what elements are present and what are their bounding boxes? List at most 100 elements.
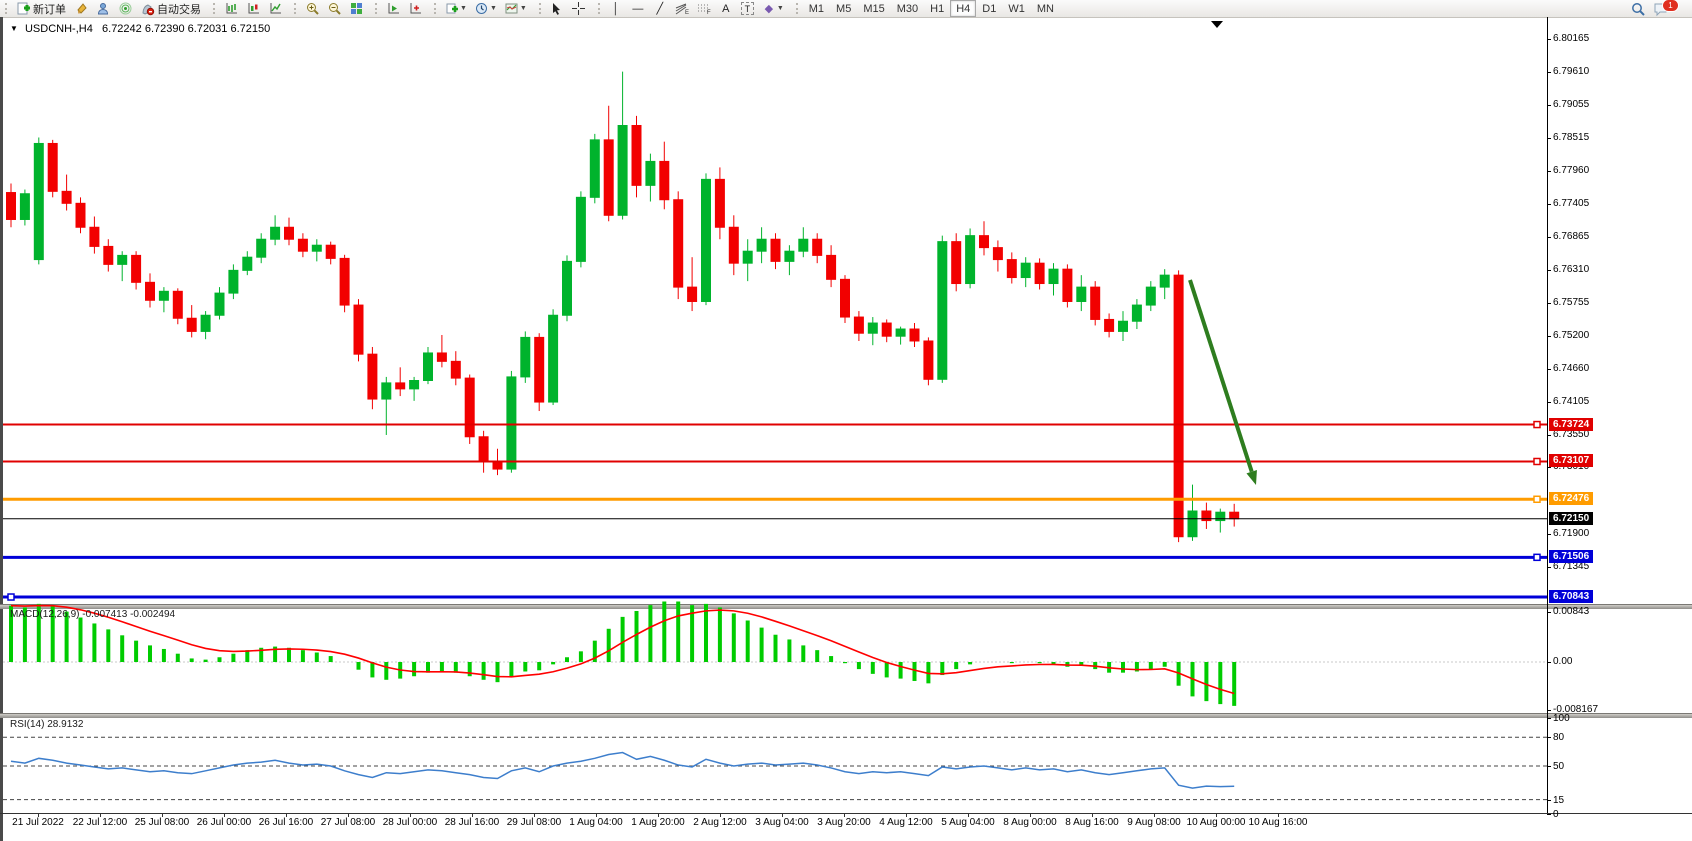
candlestick [966, 228, 975, 288]
bar-chart-button[interactable] [220, 0, 242, 17]
chart-shift-button[interactable] [404, 0, 426, 17]
trendline-button[interactable]: ╱ [649, 0, 671, 17]
candlestick [271, 215, 280, 245]
chart-shift-add-icon [408, 2, 422, 16]
price-axis-line [1547, 17, 1548, 814]
candlestick [159, 287, 168, 312]
new-order-button[interactable]: 新订单 [12, 0, 70, 17]
line-handle[interactable] [8, 594, 14, 600]
rsi-tick [1547, 800, 1551, 801]
arrows-button[interactable]: ◆▼ [758, 0, 788, 17]
auto-scroll-button[interactable] [382, 0, 404, 17]
rsi-tick [1547, 766, 1551, 767]
autotrading-button[interactable]: 自动交易 [136, 0, 205, 17]
time-tick-label: 28 Jul 00:00 [383, 817, 438, 828]
candlestick [702, 173, 711, 305]
candlestick [48, 140, 57, 197]
notification-badge: 1 [1662, 0, 1679, 12]
new-order-icon [16, 2, 30, 16]
line-chart-button[interactable] [264, 0, 286, 17]
line-chart-icon [268, 2, 282, 16]
candlestick [215, 287, 224, 319]
candlestick [632, 116, 641, 197]
fibonacci-button[interactable]: E [671, 0, 693, 17]
crosshair-button[interactable] [568, 0, 590, 17]
trend-arrow-annotation[interactable] [1190, 280, 1257, 485]
candlestick [1202, 503, 1211, 529]
symbol-label: USDCNH-,H4 [25, 23, 93, 35]
price-tick-label: 6.79055 [1553, 99, 1589, 111]
toolbar-grip [598, 3, 603, 14]
channel-button[interactable]: F [693, 0, 715, 17]
toolbar-group-indicators: ▼ ▼ ▼ [429, 0, 534, 17]
timeframe-m5[interactable]: M5 [830, 0, 857, 17]
line-handle[interactable] [1534, 422, 1540, 428]
candlestick [479, 431, 488, 473]
zoom-in-button[interactable] [301, 0, 323, 17]
paint-bucket-icon [74, 2, 88, 16]
chart-shift-marker[interactable] [1211, 21, 1223, 28]
toolbar-group-cursor [534, 0, 593, 17]
candlestick [757, 227, 766, 263]
candlestick [243, 251, 252, 275]
candlestick [1230, 504, 1239, 527]
candlestick [1188, 485, 1197, 541]
time-tick-label: 1 Aug 20:00 [631, 817, 684, 828]
price-tick [1547, 402, 1551, 403]
rsi-tick-label: 80 [1553, 732, 1564, 744]
rsi-tick-label: 0 [1553, 809, 1559, 821]
candlestick [729, 215, 738, 275]
search-button[interactable] [1627, 0, 1649, 17]
line-handle[interactable] [1534, 458, 1540, 464]
timeframe-m1[interactable]: M1 [803, 0, 830, 17]
text-label-button[interactable]: T [737, 0, 758, 17]
svg-text:E: E [685, 10, 689, 16]
vertical-line-button[interactable]: │ [605, 0, 627, 17]
line-handle[interactable] [1534, 496, 1540, 502]
line-handle[interactable] [1534, 554, 1540, 560]
styler-button[interactable] [70, 0, 92, 17]
price-tick [1547, 237, 1551, 238]
candlestick [604, 106, 613, 222]
horizontal-line-button[interactable]: — [627, 0, 649, 17]
candlestick [326, 242, 335, 265]
periods-button[interactable]: ▼ [471, 0, 501, 17]
candlestick [827, 245, 836, 287]
candlestick [841, 275, 850, 323]
price-tick [1547, 39, 1551, 40]
symbol-dropdown-icon[interactable]: ▼ [10, 24, 18, 33]
toolbar-group-objects: │ — ╱ E F A T ◆▼ [593, 0, 791, 17]
timeframe-m15[interactable]: M15 [857, 0, 890, 17]
candlestick-chart-button[interactable] [242, 0, 264, 17]
candlestick [1174, 270, 1183, 542]
candlestick [1091, 281, 1100, 325]
candlestick [910, 323, 919, 347]
templates-button[interactable]: ▼ [501, 0, 531, 17]
tile-windows-button[interactable] [345, 0, 367, 17]
cursor-button[interactable] [546, 0, 568, 17]
periods-clock-icon [475, 2, 489, 16]
price-tick [1547, 270, 1551, 271]
time-axis-line [0, 813, 1692, 814]
zoom-out-button[interactable] [323, 0, 345, 17]
price-tick-label: 6.74660 [1553, 363, 1589, 375]
timeframe-d1[interactable]: D1 [976, 0, 1002, 17]
timeframe-h4[interactable]: H4 [950, 0, 976, 17]
news-button[interactable]: 1 [1649, 0, 1688, 17]
timeframe-h1[interactable]: H1 [924, 0, 950, 17]
timeframe-w1[interactable]: W1 [1002, 0, 1031, 17]
macd-tick [1547, 612, 1551, 613]
macd-tick [1547, 662, 1551, 663]
line-price-tag: 6.71506 [1549, 550, 1593, 563]
time-tick-label: 22 Jul 12:00 [73, 817, 128, 828]
main-chart [3, 17, 1547, 605]
price-tick-label: 6.75200 [1553, 330, 1589, 342]
candlestick [1063, 264, 1072, 307]
indicators-button[interactable]: ▼ [441, 0, 471, 17]
text-button[interactable]: A [715, 0, 737, 17]
signal-button[interactable] [114, 0, 136, 17]
candlestick [187, 305, 196, 337]
timeframe-mn[interactable]: MN [1031, 0, 1060, 17]
profile-button[interactable] [92, 0, 114, 17]
timeframe-m30[interactable]: M30 [891, 0, 924, 17]
